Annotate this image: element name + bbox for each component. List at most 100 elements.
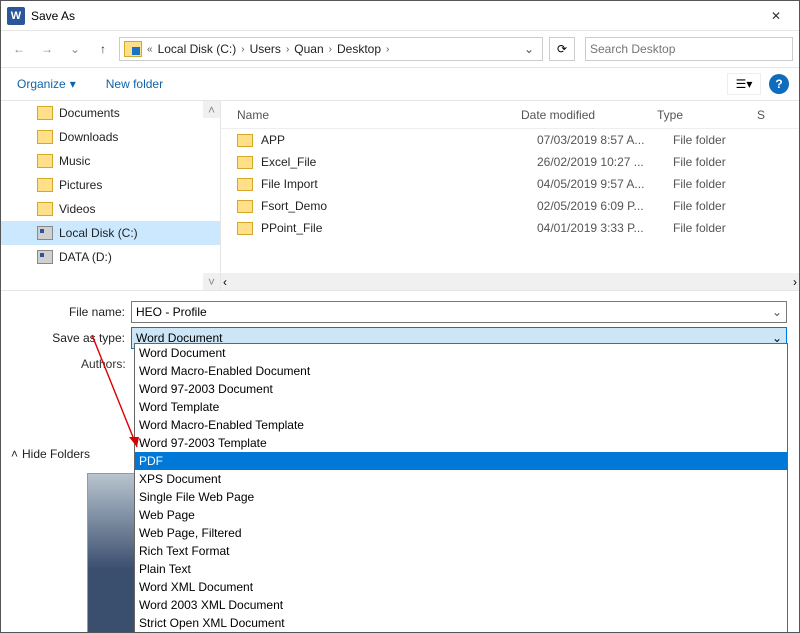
help-button[interactable]: ? [769, 74, 789, 94]
type-option[interactable]: Word Macro-Enabled Document [135, 362, 787, 380]
view-list-icon: ☰▾ [736, 77, 753, 91]
type-option[interactable]: Strict Open XML Document [135, 614, 787, 632]
scroll-left-icon[interactable]: ‹ [223, 275, 227, 289]
search-input[interactable] [590, 42, 788, 56]
hide-folders-button[interactable]: ˄ Hide Folders [11, 447, 90, 461]
filename-dropdown-icon[interactable]: ⌄ [772, 305, 782, 319]
close-button[interactable]: ✕ [753, 1, 799, 31]
folder-icon [237, 178, 253, 191]
toolbar: Organize ▾ New folder ☰▾ ? [1, 67, 799, 101]
refresh-icon: ⟳ [557, 42, 567, 56]
type-option[interactable]: PDF [135, 452, 787, 470]
type-option[interactable]: Rich Text Format [135, 542, 787, 560]
tree-item[interactable]: Pictures [1, 173, 220, 197]
recent-button[interactable]: ⌄ [63, 37, 87, 61]
refresh-button[interactable]: ⟳ [549, 37, 575, 61]
cell-name: Excel_File [261, 155, 537, 169]
save-as-dialog: W Save As ✕ ← → ⌄ ↑ « Local Disk (C:) › … [0, 0, 800, 633]
cell-type: File folder [673, 177, 773, 191]
list-item[interactable]: File Import04/05/2019 9:57 A...File fold… [221, 173, 799, 195]
crumb[interactable]: Quan [292, 42, 325, 56]
disk-icon [37, 226, 53, 240]
address-bar[interactable]: « Local Disk (C:) › Users › Quan › Deskt… [119, 37, 543, 61]
chevron-up-icon: ˄ [11, 447, 18, 461]
type-option[interactable]: Word Template [135, 398, 787, 416]
cell-name: Fsort_Demo [261, 199, 537, 213]
up-button[interactable]: ↑ [91, 37, 115, 61]
tree-item-label: DATA (D:) [59, 250, 112, 264]
filename-label: File name: [1, 305, 131, 319]
type-option[interactable]: Web Page, Filtered [135, 524, 787, 542]
type-option[interactable]: Word 2003 XML Document [135, 596, 787, 614]
back-button[interactable]: ← [7, 37, 31, 61]
type-option[interactable]: Web Page [135, 506, 787, 524]
save-as-type-dropdown[interactable]: Word DocumentWord Macro-Enabled Document… [134, 343, 788, 633]
cell-type: File folder [673, 155, 773, 169]
close-icon: ✕ [771, 9, 781, 23]
type-option[interactable]: Single File Web Page [135, 488, 787, 506]
tree-item[interactable]: DATA (D:) [1, 245, 220, 269]
arrow-left-icon: ← [13, 42, 25, 56]
col-size[interactable]: S [757, 108, 765, 122]
list-header: Name Date modified Type S [221, 101, 799, 129]
new-folder-label: New folder [106, 77, 163, 91]
list-item[interactable]: Fsort_Demo02/05/2019 6:09 P...File folde… [221, 195, 799, 217]
chevron-up-icon: ˄ [208, 103, 215, 117]
search-box[interactable] [585, 37, 793, 61]
list-item[interactable]: APP07/03/2019 8:57 A...File folder [221, 129, 799, 151]
crumb[interactable]: Desktop [335, 42, 383, 56]
forward-button[interactable]: → [35, 37, 59, 61]
col-date[interactable]: Date modified [521, 108, 657, 122]
tree-item[interactable]: Documents [1, 101, 220, 125]
list-item[interactable]: Excel_File26/02/2019 10:27 ...File folde… [221, 151, 799, 173]
folder-tree[interactable]: ˄ Documents DownloadsMusicPicturesVideos L… [1, 101, 221, 290]
view-button[interactable]: ☰▾ [727, 73, 761, 95]
folder-icon [37, 178, 53, 192]
folder-icon [37, 154, 53, 168]
crumb[interactable]: Local Disk (C:) [156, 42, 239, 56]
cell-date: 26/02/2019 10:27 ... [537, 155, 673, 169]
address-dropdown[interactable]: ⌄ [518, 42, 540, 56]
filename-input[interactable] [136, 305, 772, 319]
folder-icon [37, 130, 53, 144]
col-type[interactable]: Type [657, 108, 757, 122]
tree-item[interactable]: Videos [1, 197, 220, 221]
scroll-right-icon[interactable]: › [793, 275, 797, 289]
cell-name: APP [261, 133, 537, 147]
crumb-sep-icon: « [144, 44, 156, 55]
type-option[interactable]: Word 97-2003 Template [135, 434, 787, 452]
help-icon: ? [775, 77, 782, 91]
cell-type: File folder [673, 221, 773, 235]
tree-item-label: Documents [59, 106, 120, 120]
list-item[interactable]: PPoint_File04/01/2019 3:33 P...File fold… [221, 217, 799, 239]
window-title: Save As [31, 9, 753, 23]
tree-scroll-down[interactable]: ˅ [203, 273, 220, 290]
crumb[interactable]: Users [248, 42, 283, 56]
cell-name: File Import [261, 177, 537, 191]
chevron-down-icon: ⌄ [70, 42, 80, 56]
tree-item[interactable]: Music [1, 149, 220, 173]
type-label: Save as type: [1, 331, 131, 345]
folder-icon [237, 134, 253, 147]
cell-date: 02/05/2019 6:09 P... [537, 199, 673, 213]
tree-item[interactable]: Local Disk (C:) [1, 221, 220, 245]
chevron-right-icon: › [283, 44, 292, 55]
col-name[interactable]: Name [221, 108, 521, 122]
horizontal-scrollbar[interactable]: ‹ › [221, 273, 799, 290]
type-option[interactable]: XPS Document [135, 470, 787, 488]
type-option[interactable]: Word XML Document [135, 578, 787, 596]
organize-button[interactable]: Organize ▾ [11, 73, 82, 95]
cell-date: 07/03/2019 8:57 A... [537, 133, 673, 147]
tree-item[interactable]: Downloads [1, 125, 220, 149]
tree-scroll-up[interactable]: ˄ [203, 101, 220, 118]
titlebar: W Save As ✕ [1, 1, 799, 31]
type-option[interactable]: Word Macro-Enabled Template [135, 416, 787, 434]
type-option[interactable]: Plain Text [135, 560, 787, 578]
location-icon [124, 41, 142, 57]
new-folder-button[interactable]: New folder [100, 73, 169, 95]
navbar: ← → ⌄ ↑ « Local Disk (C:) › Users › Quan… [1, 31, 799, 67]
type-option[interactable]: Word Document [135, 344, 787, 362]
tree-item-label: Local Disk (C:) [59, 226, 138, 240]
authors-label: Authors: [81, 357, 126, 371]
type-option[interactable]: Word 97-2003 Document [135, 380, 787, 398]
